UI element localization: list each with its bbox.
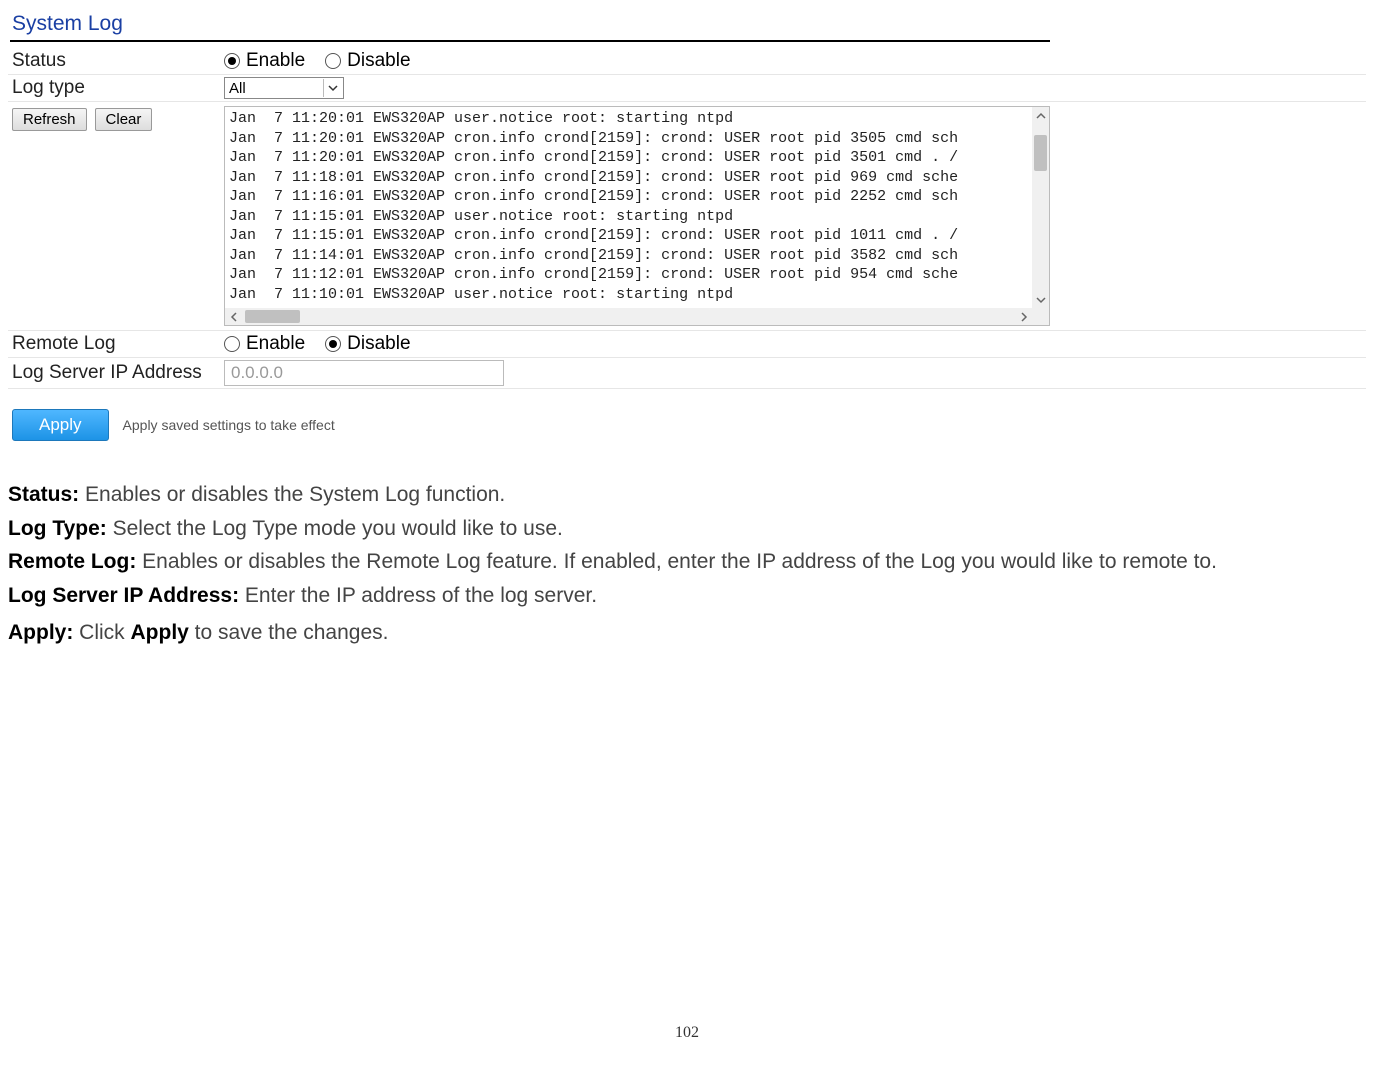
remote-row: Remote Log Enable Disable	[8, 331, 1366, 358]
doc-status-b: Status:	[8, 483, 79, 506]
log-textarea[interactable]: Jan 7 11:20:01 EWS320AP user.notice root…	[224, 106, 1050, 326]
status-label: Status	[12, 50, 224, 72]
remote-label: Remote Log	[12, 333, 224, 355]
vertical-scroll-thumb[interactable]	[1034, 135, 1047, 171]
doc-apply-t2: to save the changes.	[189, 621, 389, 644]
divider	[10, 40, 1050, 42]
remote-disable-label: Disable	[347, 333, 410, 355]
ip-label: Log Server IP Address	[12, 362, 224, 384]
status-row: Status Enable Disable	[8, 48, 1366, 75]
apply-row: Apply Apply saved settings to take effec…	[8, 389, 1366, 451]
remote-enable-label: Enable	[246, 333, 305, 355]
remote-disable-radio[interactable]	[325, 336, 341, 352]
apply-button[interactable]: Apply	[12, 409, 109, 441]
doc-apply-b: Apply:	[8, 621, 73, 644]
vertical-scrollbar[interactable]	[1032, 107, 1049, 308]
status-enable-label: Enable	[246, 50, 305, 72]
log-row: Refresh Clear Jan 7 11:20:01 EWS320AP us…	[8, 102, 1366, 331]
scroll-down-icon[interactable]	[1032, 291, 1049, 308]
doc-text: Status: Enables or disables the System L…	[8, 479, 1366, 649]
scroll-up-icon[interactable]	[1032, 107, 1049, 124]
status-enable-radio[interactable]	[224, 53, 240, 69]
horizontal-scrollbar[interactable]	[225, 308, 1032, 325]
logtype-row: Log type All	[8, 75, 1366, 102]
ip-row: Log Server IP Address	[8, 358, 1366, 389]
doc-logtype-b: Log Type:	[8, 517, 107, 540]
page-number: 102	[8, 1024, 1366, 1042]
doc-apply-t1: Click	[73, 621, 130, 644]
logtype-selected: All	[229, 80, 246, 97]
status-radio-group: Enable Disable	[224, 50, 425, 72]
status-disable-label: Disable	[347, 50, 410, 72]
doc-status-t: Enables or disables the System Log funct…	[79, 483, 505, 506]
doc-apply-w: Apply	[131, 621, 189, 644]
scroll-left-icon[interactable]	[225, 308, 242, 325]
status-disable-radio[interactable]	[325, 53, 341, 69]
chevron-down-icon	[323, 79, 341, 97]
panel-title: System Log	[8, 12, 1366, 36]
logtype-label: Log type	[12, 77, 224, 99]
doc-ip-t: Enter the IP address of the log server.	[239, 584, 597, 607]
scroll-right-icon[interactable]	[1015, 308, 1032, 325]
doc-logtype-t: Select the Log Type mode you would like …	[107, 517, 563, 540]
clear-button[interactable]: Clear	[95, 108, 153, 131]
remote-enable-radio[interactable]	[224, 336, 240, 352]
ip-input[interactable]	[224, 360, 504, 386]
doc-ip-b: Log Server IP Address:	[8, 584, 239, 607]
remote-radio-group: Enable Disable	[224, 333, 425, 355]
scrollbar-corner	[1032, 308, 1049, 325]
refresh-button[interactable]: Refresh	[12, 108, 87, 131]
doc-remote-t: Enables or disables the Remote Log featu…	[136, 550, 1217, 573]
log-content: Jan 7 11:20:01 EWS320AP user.notice root…	[225, 107, 1049, 307]
logtype-select[interactable]: All	[224, 77, 344, 99]
horizontal-scroll-thumb[interactable]	[245, 310, 300, 323]
apply-note: Apply saved settings to take effect	[123, 417, 335, 433]
log-controls: Refresh Clear	[12, 106, 224, 131]
doc-remote-b: Remote Log:	[8, 550, 136, 573]
